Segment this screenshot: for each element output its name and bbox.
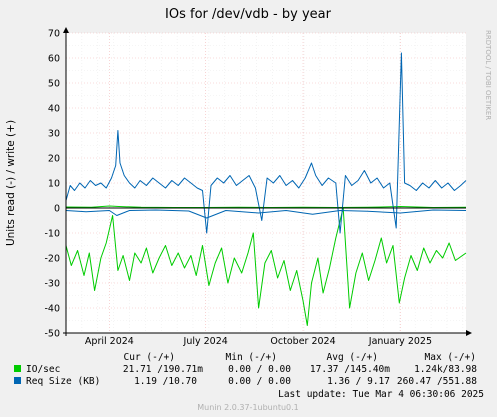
rrdtool-credit: RRDTOOL / TOBI OETIKER bbox=[484, 30, 492, 120]
y-tick-label: 0 bbox=[54, 204, 60, 215]
legend-name-req-size: Req Size (KB) bbox=[26, 376, 100, 387]
y-tick-label: -20 bbox=[44, 254, 60, 265]
legend-swatch-io-sec bbox=[14, 365, 21, 372]
legend-avg-req-size: 1.36 / 9.17 bbox=[327, 376, 390, 387]
y-tick-label: -10 bbox=[44, 229, 60, 240]
y-tick-label: -40 bbox=[44, 304, 60, 315]
legend-name-io-sec: IO/sec bbox=[26, 364, 60, 375]
y-tick-label: -30 bbox=[44, 279, 60, 290]
y-tick-label: 10 bbox=[48, 179, 60, 190]
chart-title: IOs for /dev/vdb - by year bbox=[165, 7, 332, 22]
y-axis-label: Units read (-) / write (+) bbox=[5, 120, 17, 246]
legend-swatch-req-size bbox=[14, 377, 21, 384]
x-tick-label: July 2024 bbox=[183, 336, 228, 347]
y-tick-label: 40 bbox=[48, 104, 60, 115]
legend-cur-io-sec: 21.71 /190.71m bbox=[123, 364, 203, 375]
x-tick-label: April 2024 bbox=[85, 336, 134, 347]
y-tick-label: -50 bbox=[44, 329, 60, 340]
legend-max-io-sec: 1.24k/83.98 bbox=[414, 364, 477, 375]
legend-header-max: Max (-/+) bbox=[425, 352, 476, 363]
legend-min-io-sec: 0.00 / 0.00 bbox=[228, 364, 291, 375]
legend-cur-req-size: 1.19 /10.70 bbox=[134, 376, 197, 387]
last-update: Last update: Tue Mar 4 06:30:06 2025 bbox=[278, 389, 484, 400]
y-tick-label: 20 bbox=[48, 154, 60, 165]
legend-max-req-size: 260.47 /551.88 bbox=[397, 376, 477, 387]
y-tick-label: 50 bbox=[48, 79, 60, 90]
munin-footer: Munin 2.0.37-1ubuntu0.1 bbox=[197, 403, 299, 412]
legend-header-avg: Avg (-/+) bbox=[327, 352, 378, 363]
y-tick-label: 60 bbox=[48, 54, 60, 65]
x-tick-label: October 2024 bbox=[270, 336, 335, 347]
legend-header-cur: Cur (-/+) bbox=[124, 352, 175, 363]
legend-avg-io-sec: 17.37 /145.40m bbox=[310, 364, 390, 375]
y-tick-label: 30 bbox=[48, 129, 60, 140]
legend-header-min: Min (-/+) bbox=[226, 352, 277, 363]
y-tick-label: 70 bbox=[48, 29, 60, 40]
legend-min-req-size: 0.00 / 0.00 bbox=[228, 376, 291, 387]
x-tick-label: January 2025 bbox=[368, 336, 432, 347]
chart-frame: IOs for /dev/vdb - by year RRDTOOL / TOB… bbox=[0, 0, 497, 417]
